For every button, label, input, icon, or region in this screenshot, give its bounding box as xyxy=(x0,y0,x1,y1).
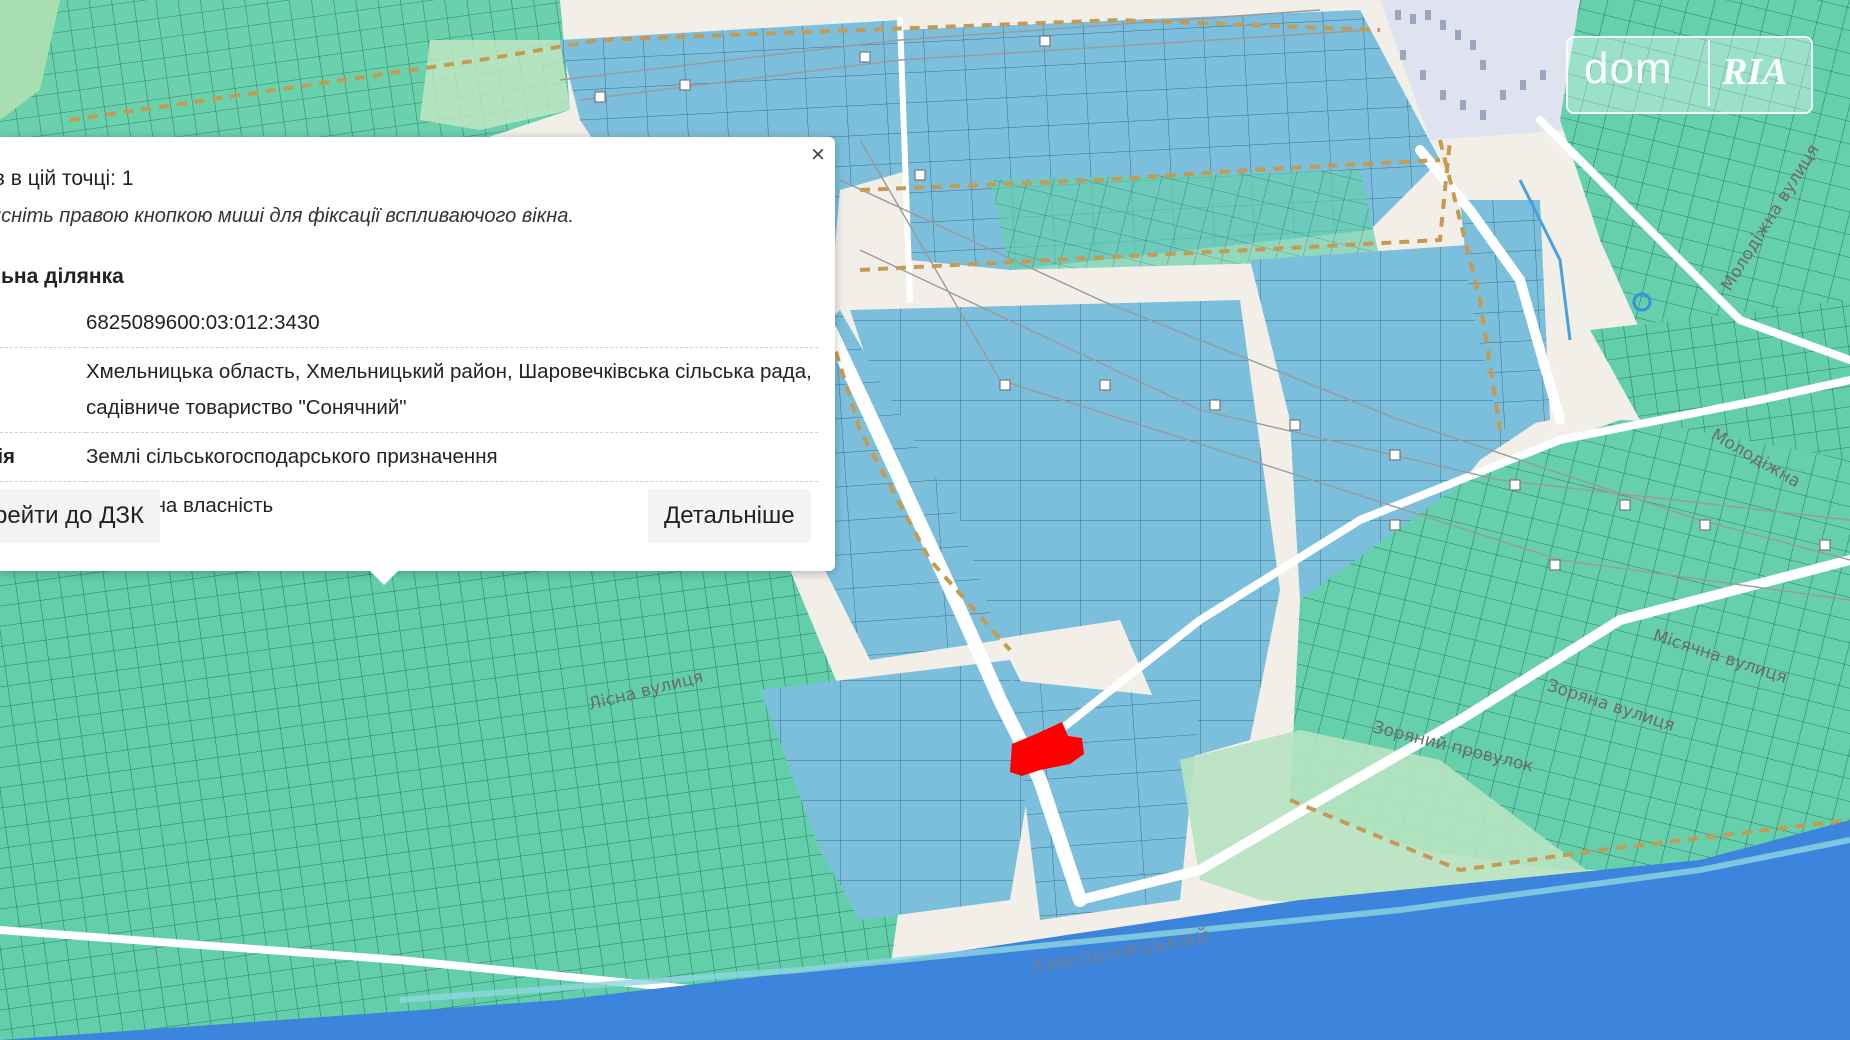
table-row: горія Землі сільськогосподарського призн… xyxy=(0,432,818,482)
watermark-ria: RIA xyxy=(1722,51,1788,93)
parcels-south-west xyxy=(0,570,900,1040)
category-value: Землі сільськогосподарського призначення xyxy=(86,432,818,482)
details-button[interactable]: Детальніше xyxy=(648,489,811,543)
cadastral-number: 6825089600:03:012:3430 xyxy=(86,299,818,348)
close-icon[interactable]: × xyxy=(810,144,826,164)
popup-hint: исніть правою кнопкою миші для фіксації … xyxy=(0,205,574,227)
popup-tail xyxy=(370,571,398,585)
go-to-dzk-button[interactable]: рейти до ДЗК xyxy=(0,489,160,543)
row-key-category: горія xyxy=(0,432,86,482)
watermark-separator xyxy=(1708,40,1710,106)
row-key-cadastral: ер xyxy=(0,299,86,348)
row-key-address: еса xyxy=(0,347,86,433)
feature-popup: ктів в цій точці: 1 исніть правою кнопко… xyxy=(0,137,835,571)
watermark-dom: dom xyxy=(1584,44,1673,93)
object-title: ельна ділянка xyxy=(0,265,124,288)
table-row: ер 6825089600:03:012:3430 xyxy=(0,299,818,348)
parcels-south-center xyxy=(1010,680,1200,920)
object-count: ктів в цій точці: 1 xyxy=(0,167,134,190)
address-value: Хмельницька область, Хмельницький район,… xyxy=(86,347,818,433)
table-row: еса Хмельницька область, Хмельницький ра… xyxy=(0,347,818,433)
